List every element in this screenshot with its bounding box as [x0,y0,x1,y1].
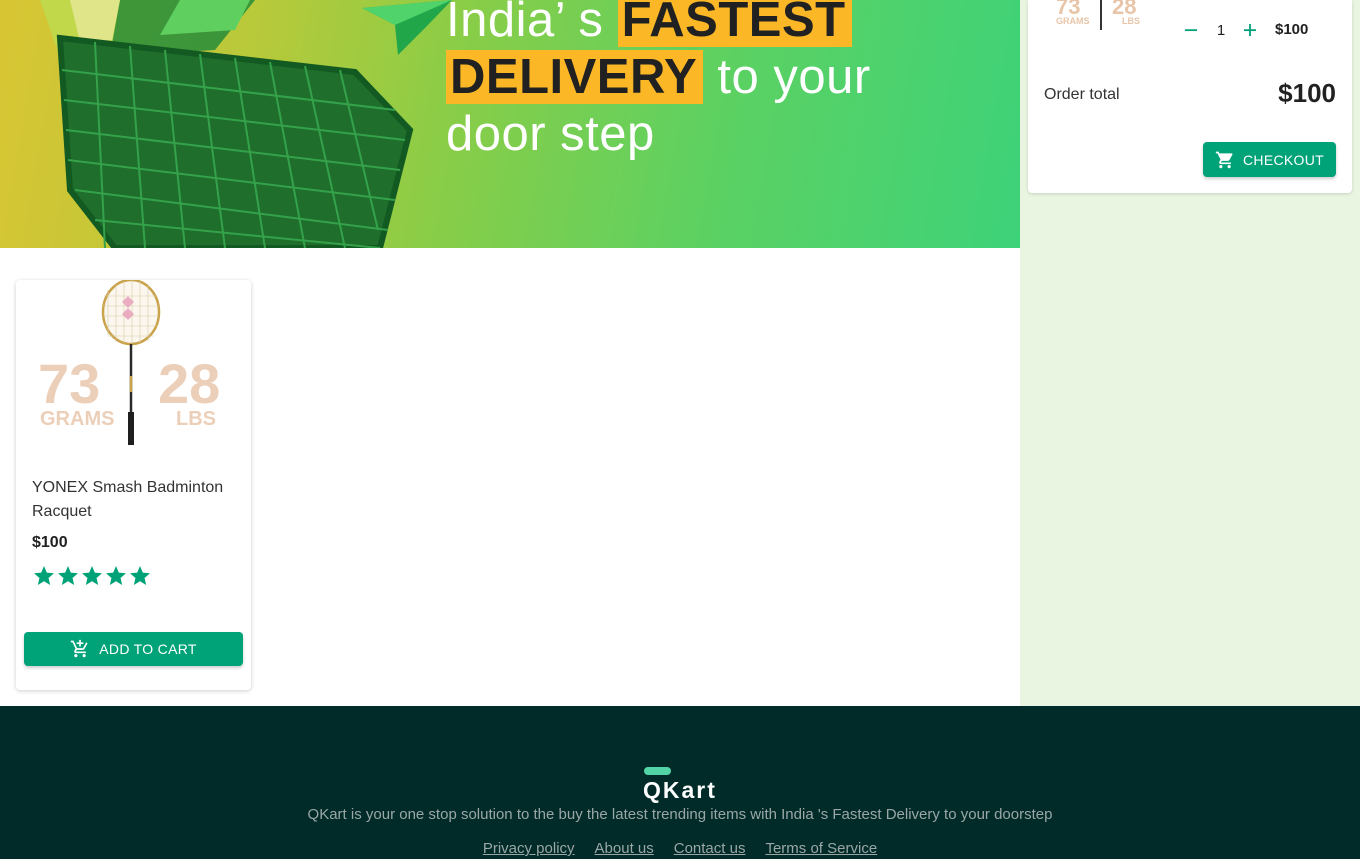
racquet-illustration [40,0,452,248]
add-to-cart-button[interactable]: ADD TO CART [24,632,243,666]
footer: QKart QKart is your one stop solution to… [0,706,1360,859]
checkout-label: CHECKOUT [1243,151,1324,168]
product-image: 73 GRAMS 28 LBS [16,280,251,445]
hero-highlight-delivery: DELIVERY [446,50,704,104]
star-icon [34,566,54,585]
about-us-link[interactable]: About us [595,840,654,857]
order-total-value: $100 [1278,78,1336,108]
footer-links: Privacy policy About us Contact us Terms… [0,840,1360,857]
add-shopping-cart-icon [71,639,88,658]
cart-item-image: 73 GRAMS 28 LBS [1054,0,1150,32]
star-icon [82,566,102,585]
product-price: $100 [32,534,68,551]
quantity-value: 1 [1216,22,1226,39]
hero-text-line3: door step [446,107,655,161]
logo-text: QKart [643,777,717,803]
order-total-label: Order total [1044,86,1120,103]
cart-panel: 73 GRAMS 28 LBS 1 $100 Order total $100 … [1028,0,1352,193]
increase-quantity-button[interactable] [1237,16,1263,44]
product-img-text-73: 73 [38,352,100,415]
shopping-cart-icon [1215,151,1233,168]
star-icon [58,566,78,585]
remove-icon [1185,29,1197,32]
product-rating [32,564,152,588]
product-name: YONEX Smash Badminton Racquet [32,479,224,520]
qkart-logo[interactable]: QKart [643,767,723,803]
hero-banner: India’ s FASTEST DELIVERY to your door s… [0,0,1020,248]
cart-img-text-grams: GRAMS [1056,16,1090,26]
privacy-policy-link[interactable]: Privacy policy [483,840,575,857]
add-to-cart-label: ADD TO CART [99,641,197,657]
star-icon [130,566,150,585]
cart-img-text-lbs: LBS [1122,16,1140,26]
cart-item-price: $100 [1275,21,1309,38]
hero-highlight-fastest: FASTEST [617,0,852,47]
checkout-button[interactable]: CHECKOUT [1203,142,1336,177]
add-icon [1244,24,1256,36]
product-img-text-28: 28 [158,352,220,415]
terms-of-service-link[interactable]: Terms of Service [765,840,877,857]
logo-mark [644,767,671,775]
hero-text-post: to your [703,50,871,104]
star-icon [106,566,126,585]
product-card: 73 GRAMS 28 LBS YONEX Smash Badminton Ra… [16,280,251,690]
hero-headline: India’ s FASTEST DELIVERY to your door s… [446,0,1006,163]
contact-us-link[interactable]: Contact us [674,840,746,857]
quantity-stepper: 1 $100 [1178,16,1348,46]
product-img-text-lbs: LBS [176,408,216,430]
decrease-quantity-button[interactable] [1178,16,1204,44]
product-img-text-grams: GRAMS [40,408,114,430]
hero-text-pre: India’ s [446,0,618,47]
footer-description: QKart is your one stop solution to the b… [307,806,1053,823]
